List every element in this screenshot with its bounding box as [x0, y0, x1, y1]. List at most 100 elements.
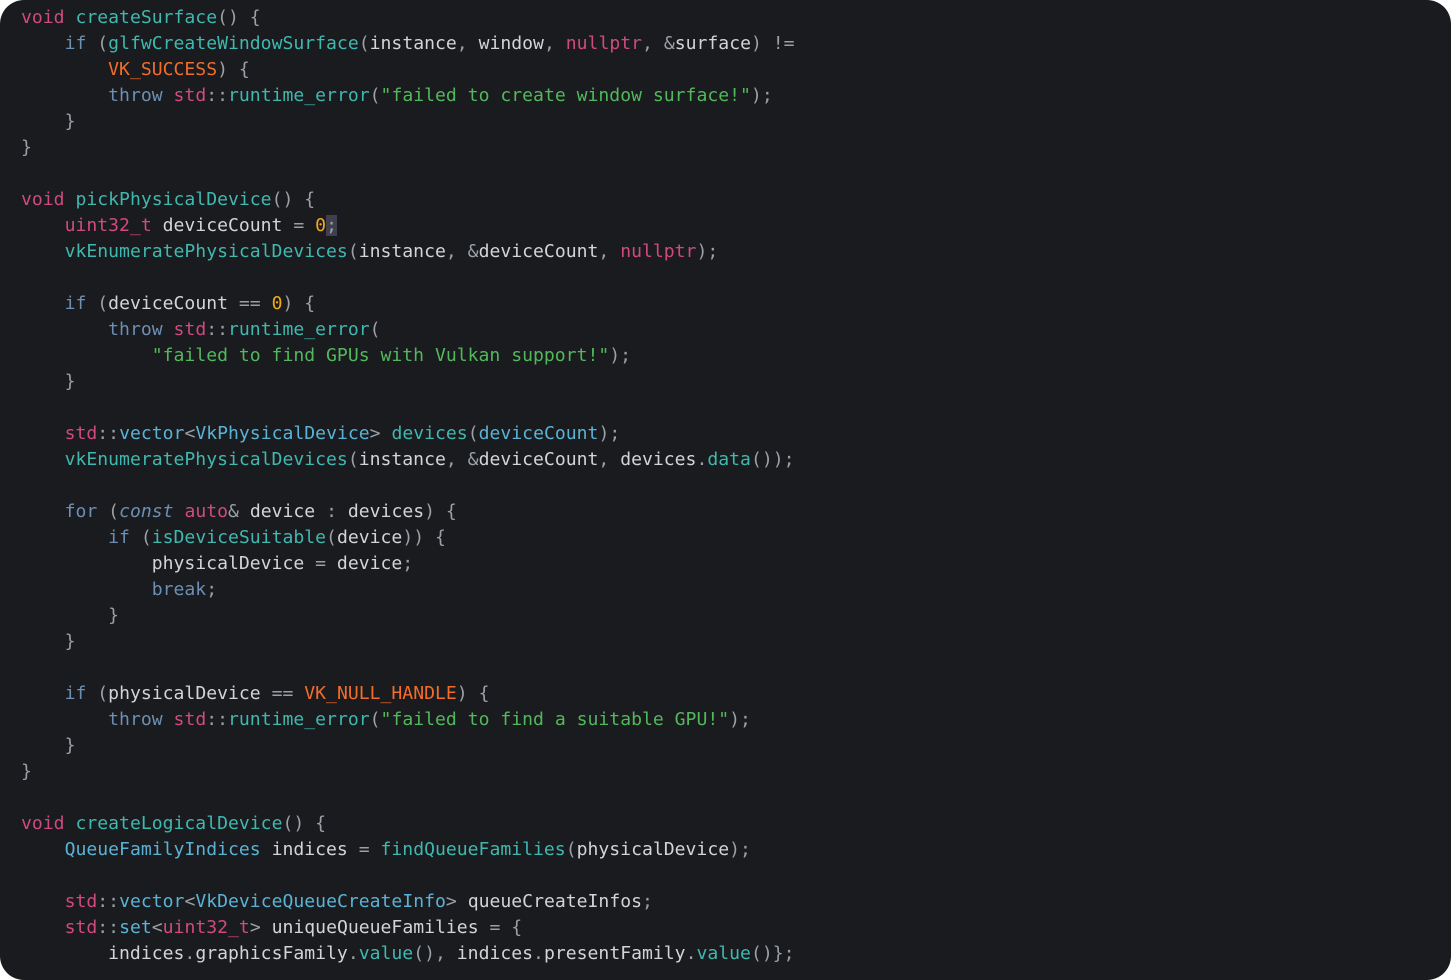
- code-token: () {: [271, 189, 316, 210]
- code-token: ) {: [424, 501, 457, 522]
- code-line[interactable]: }: [21, 759, 795, 785]
- code-token: );: [609, 345, 632, 366]
- code-token: ,: [598, 241, 621, 262]
- code-token: ,: [642, 33, 664, 54]
- code-token: :: [326, 501, 348, 522]
- code-token: (: [326, 527, 337, 548]
- code-token: (: [347, 241, 359, 262]
- code-token: (: [86, 33, 109, 54]
- code-line[interactable]: uint32_t deviceCount = 0;: [21, 213, 795, 239]
- code-token: () {: [282, 813, 327, 834]
- code-token: }: [21, 137, 32, 158]
- code-token: (: [369, 709, 381, 730]
- code-line[interactable]: indices.graphicsFamily.value(), indices.…: [21, 941, 795, 967]
- code-token: (: [97, 501, 120, 522]
- code-line[interactable]: vkEnumeratePhysicalDevices(instance, &de…: [21, 447, 795, 473]
- code-line[interactable]: }: [21, 629, 795, 655]
- code-content[interactable]: void createSurface() { if (glfwCreateWin…: [21, 5, 795, 967]
- code-line[interactable]: void pickPhysicalDevice() {: [21, 187, 795, 213]
- code-token: >: [445, 891, 468, 912]
- code-token: vkEnumeratePhysicalDevices: [64, 449, 348, 470]
- code-line[interactable]: VK_SUCCESS) {: [21, 57, 795, 83]
- code-line[interactable]: [21, 655, 795, 681]
- code-line[interactable]: }: [21, 733, 795, 759]
- code-token: deviceCount: [478, 241, 599, 262]
- code-line[interactable]: QueueFamilyIndices indices = findQueueFa…: [21, 837, 795, 863]
- code-line[interactable]: [21, 395, 795, 421]
- code-token: ;: [206, 579, 218, 600]
- code-token: =: [358, 839, 381, 860]
- code-line[interactable]: "failed to find GPUs with Vulkan support…: [21, 343, 795, 369]
- code-line[interactable]: void createSurface() {: [21, 5, 795, 31]
- code-token: std: [173, 85, 207, 106]
- code-token: physicalDevice: [576, 839, 730, 860]
- code-token: set: [119, 917, 152, 938]
- code-token: indices: [21, 943, 185, 964]
- code-token: createLogicalDevice: [75, 813, 283, 834]
- code-token: runtime_error: [228, 709, 370, 730]
- code-token: (: [369, 85, 381, 106]
- code-token: deviceCount: [151, 215, 294, 236]
- code-token: .: [696, 449, 708, 470]
- code-token: VK_NULL_HANDLE: [304, 683, 457, 704]
- code-line[interactable]: if (physicalDevice == VK_NULL_HANDLE) {: [21, 681, 795, 707]
- code-token: surface: [674, 33, 751, 54]
- code-token: (: [347, 449, 359, 470]
- code-token: queueCreateInfos: [467, 891, 642, 912]
- code-line[interactable]: }: [21, 135, 795, 161]
- code-token: runtime_error: [228, 85, 370, 106]
- code-line[interactable]: }: [21, 109, 795, 135]
- code-token: if: [64, 683, 87, 704]
- code-token: throw: [108, 319, 163, 340]
- code-line[interactable]: [21, 161, 795, 187]
- code-token: );: [696, 241, 719, 262]
- code-line[interactable]: [21, 265, 795, 291]
- code-line[interactable]: throw std::runtime_error("failed to find…: [21, 707, 795, 733]
- code-editor[interactable]: void createSurface() { if (glfwCreateWin…: [0, 0, 1451, 980]
- code-token: data: [707, 449, 751, 470]
- code-token: (),: [413, 943, 457, 964]
- code-token: ,: [543, 33, 566, 54]
- code-token: 0: [315, 215, 327, 236]
- code-token: ,: [456, 33, 479, 54]
- code-line[interactable]: if (isDeviceSuitable(device)) {: [21, 525, 795, 551]
- code-token: findQueueFamilies: [380, 839, 566, 860]
- code-line[interactable]: [21, 785, 795, 811]
- code-token: runtime_error: [228, 319, 370, 340]
- code-line[interactable]: [21, 473, 795, 499]
- code-line[interactable]: if (glfwCreateWindowSurface(instance, wi…: [21, 31, 795, 57]
- code-line[interactable]: std::vector<VkPhysicalDevice> devices(de…: [21, 421, 795, 447]
- code-line[interactable]: throw std::runtime_error("failed to crea…: [21, 83, 795, 109]
- code-line[interactable]: physicalDevice = device;: [21, 551, 795, 577]
- code-line[interactable]: std::vector<VkDeviceQueueCreateInfo> que…: [21, 889, 795, 915]
- code-line[interactable]: }: [21, 603, 795, 629]
- code-token: pickPhysicalDevice: [75, 189, 272, 210]
- code-token: createSurface: [75, 7, 218, 28]
- code-line[interactable]: if (deviceCount == 0) {: [21, 291, 795, 317]
- code-line[interactable]: for (const auto& device : devices) {: [21, 499, 795, 525]
- code-token: );: [598, 423, 621, 444]
- code-token: ::: [97, 917, 120, 938]
- code-token: vector: [119, 891, 185, 912]
- code-token: graphicsFamily: [195, 943, 348, 964]
- code-token: nullptr: [565, 33, 643, 54]
- code-line[interactable]: std::set<uint32_t> uniqueQueueFamilies =…: [21, 915, 795, 941]
- code-line[interactable]: throw std::runtime_error(: [21, 317, 795, 343]
- code-line[interactable]: }: [21, 369, 795, 395]
- code-token: ) {: [456, 683, 490, 704]
- code-line[interactable]: vkEnumeratePhysicalDevices(instance, &de…: [21, 239, 795, 265]
- code-line[interactable]: break;: [21, 577, 795, 603]
- code-line[interactable]: void createLogicalDevice() {: [21, 811, 795, 837]
- code-token: break: [151, 579, 207, 600]
- code-line[interactable]: [21, 863, 795, 889]
- code-token: deviceCount: [478, 423, 599, 444]
